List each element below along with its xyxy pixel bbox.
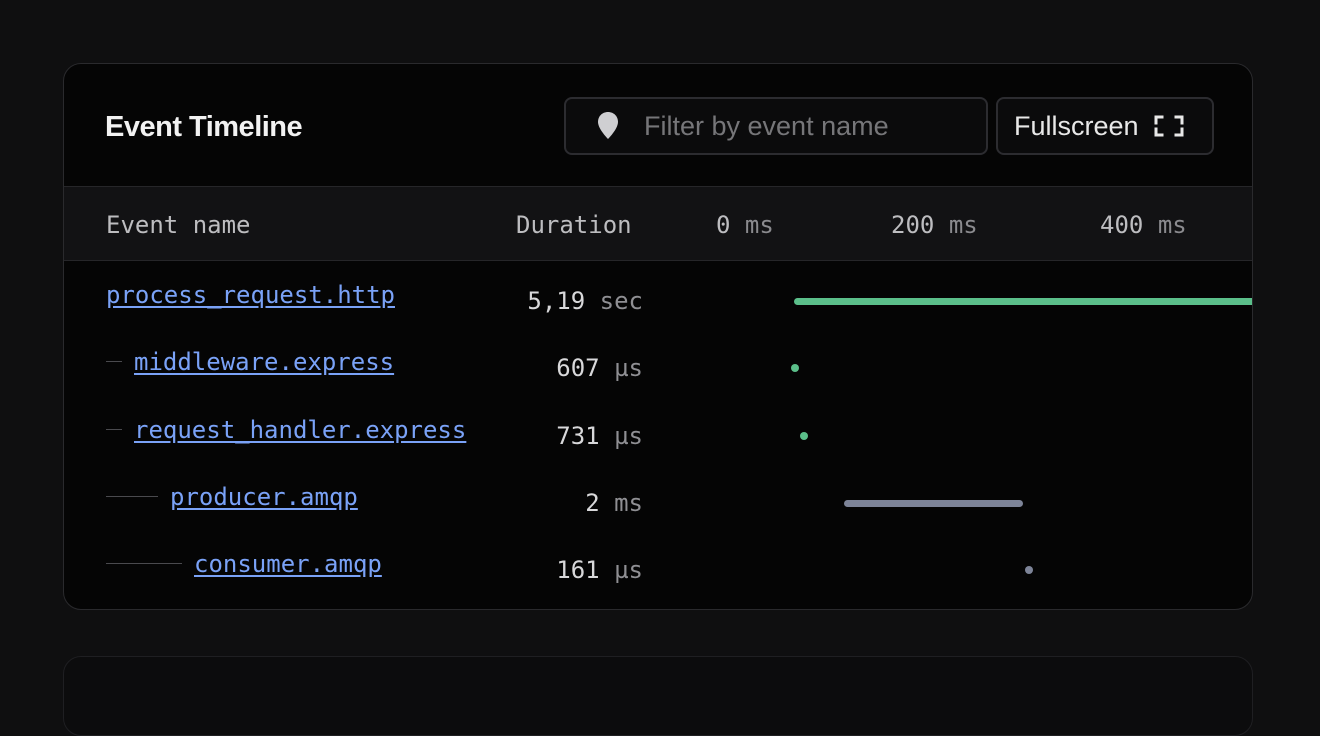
event-duration: 161 µs (556, 556, 643, 584)
axis-tick-0: 0 ms (716, 211, 774, 239)
filter-input[interactable] (642, 109, 976, 143)
duration-value: 731 (556, 422, 600, 450)
event-name-link[interactable]: request_handler.express (134, 416, 466, 444)
event-duration: 2 ms (585, 489, 643, 517)
next-panel (63, 656, 1253, 736)
tree-connector (106, 429, 122, 430)
event-row: producer.amqp 2 ms (64, 483, 1252, 549)
event-row: middleware.express 607 µs (64, 348, 1252, 414)
tree-connector (106, 361, 122, 362)
table-header: Event name Duration 0 ms 200 ms 400 ms (64, 187, 1252, 261)
axis-tick-200: 200 ms (891, 211, 978, 239)
map-pin-icon (596, 110, 620, 142)
duration-value: 2 (585, 489, 600, 517)
event-duration: 5,19 sec (527, 287, 643, 315)
event-duration: 607 µs (556, 354, 643, 382)
timeline-bar[interactable] (794, 298, 1252, 305)
duration-value: 161 (556, 556, 600, 584)
event-duration: 731 µs (556, 422, 643, 450)
duration-unit: sec (599, 287, 643, 315)
duration-unit: µs (614, 354, 643, 382)
panel-header: Event Timeline Fullscreen (64, 64, 1252, 187)
column-event-name: Event name (106, 211, 251, 239)
event-name-link[interactable]: producer.amqp (170, 483, 358, 511)
duration-unit: µs (614, 556, 643, 584)
column-duration: Duration (516, 211, 632, 239)
duration-unit: ms (614, 489, 643, 517)
fullscreen-label: Fullscreen (1014, 110, 1139, 141)
event-name-link[interactable]: middleware.express (134, 348, 394, 376)
timeline-bar[interactable] (843, 500, 1024, 507)
timeline-dot[interactable] (1025, 566, 1034, 574)
axis-tick-400: 400 ms (1100, 211, 1187, 239)
event-timeline-panel: Event Timeline Fullscreen (63, 63, 1253, 610)
timeline-dot[interactable] (799, 432, 808, 440)
timeline-dot[interactable] (790, 364, 799, 372)
duration-unit: µs (614, 422, 643, 450)
event-name-link[interactable]: process_request.http (106, 281, 395, 309)
event-row: consumer.amqp 161 µs (64, 550, 1252, 609)
panel-title: Event Timeline (105, 111, 303, 143)
event-row: process_request.http 5,19 sec (64, 281, 1252, 347)
fullscreen-button[interactable]: Fullscreen (996, 97, 1214, 155)
event-name-link[interactable]: consumer.amqp (194, 550, 382, 578)
tree-connector (106, 563, 182, 564)
event-filter[interactable] (564, 97, 988, 155)
event-row: request_handler.express 731 µs (64, 416, 1252, 482)
expand-corners-icon (1154, 115, 1184, 137)
tree-connector (106, 496, 158, 497)
duration-value: 607 (556, 354, 600, 382)
duration-value: 5,19 (527, 287, 586, 315)
